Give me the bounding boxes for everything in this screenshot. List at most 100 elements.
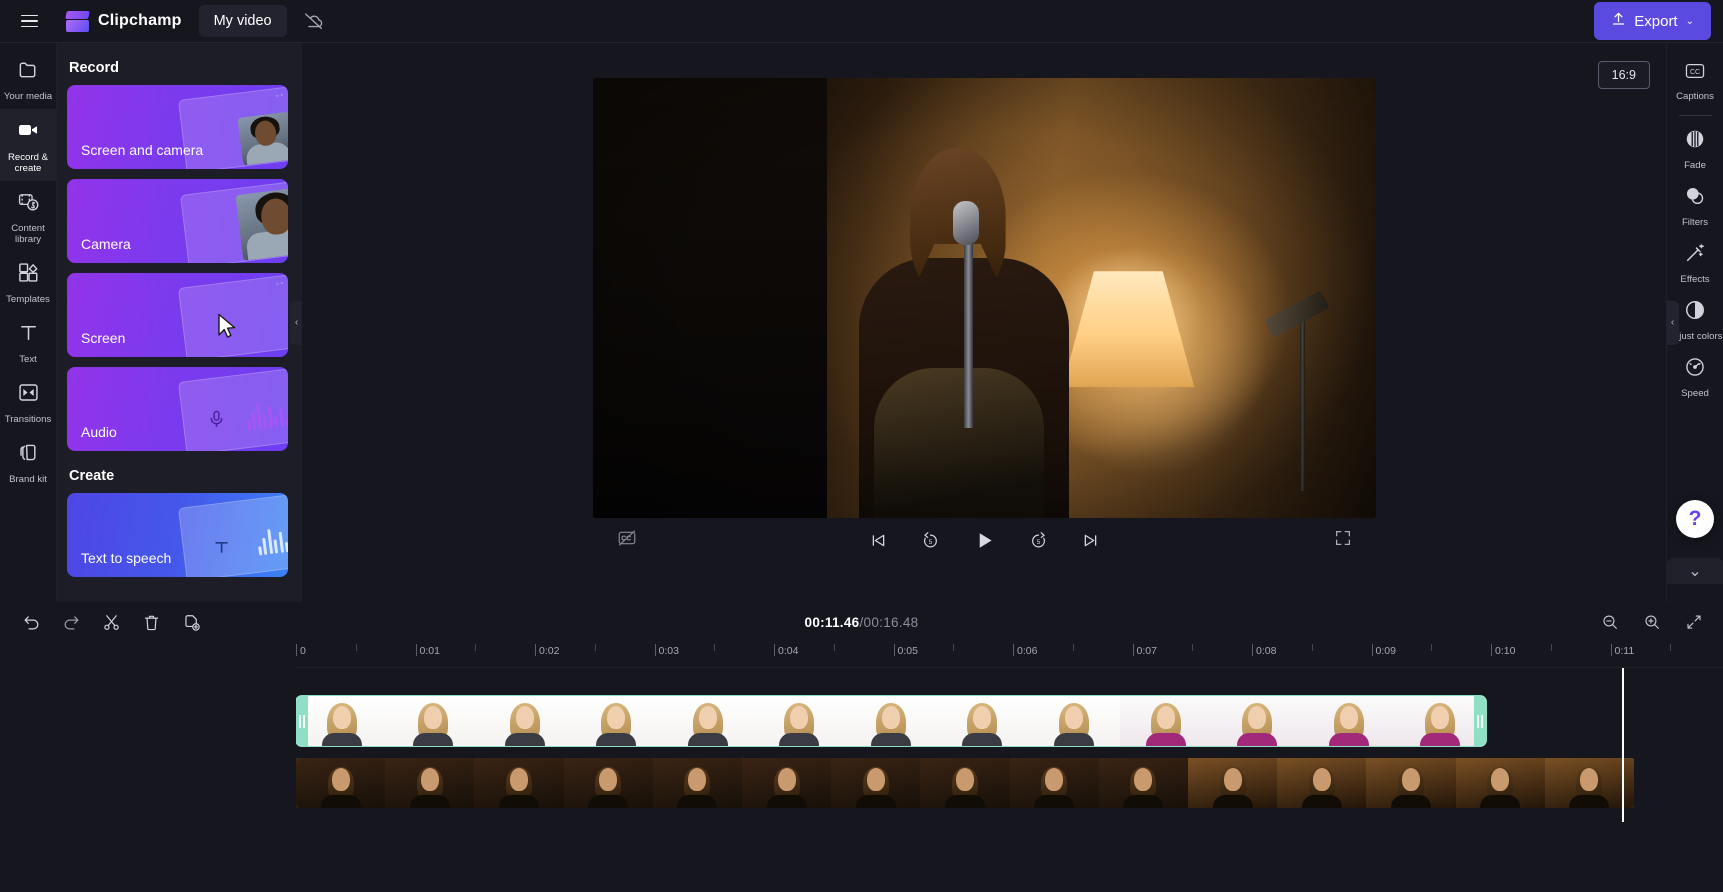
- video-frame-image: [592, 77, 1376, 518]
- sidebar-item-label: Brand kit: [9, 474, 47, 485]
- sidebar-item-text[interactable]: Text: [0, 312, 57, 372]
- clip-thumbnail: [570, 696, 663, 746]
- split-button[interactable]: [96, 607, 126, 637]
- card-label: Screen: [81, 330, 126, 346]
- tab-captions[interactable]: CC Captions: [1667, 53, 1723, 108]
- playhead[interactable]: [1622, 668, 1624, 822]
- right-rail-collapse-button[interactable]: ‹: [1666, 300, 1679, 345]
- panel-collapse-button[interactable]: ‹: [290, 300, 302, 345]
- record-heading: Record: [69, 60, 119, 76]
- tab-fade[interactable]: Fade: [1667, 120, 1723, 177]
- undo-button[interactable]: [16, 607, 46, 637]
- sidebar-item-brand-kit[interactable]: Brand kit: [0, 432, 57, 492]
- fit-timeline-button[interactable]: [1679, 607, 1709, 637]
- timeline-clip-selected[interactable]: [296, 695, 1487, 747]
- sidebar-item-label: Templates: [6, 294, 50, 305]
- timeline-clip-secondary[interactable]: [296, 758, 1634, 808]
- ruler-tick-label: 0:06: [1017, 645, 1038, 657]
- clip-thumbnail: [1119, 696, 1212, 746]
- card-label: Text to speech: [81, 550, 172, 566]
- tab-effects[interactable]: Effects: [1667, 234, 1723, 291]
- tab-label: Fade: [1684, 160, 1706, 171]
- chevron-down-icon: ⌄: [1688, 563, 1702, 580]
- record-create-panel: Record ▫ ▫ Screen and camera Camera ▫ ▫ …: [57, 43, 302, 602]
- trim-handle-right[interactable]: [1474, 696, 1486, 746]
- timeline-tracks: [296, 668, 1723, 892]
- zoom-out-button[interactable]: [1595, 607, 1625, 637]
- clip-thumbnail: [479, 696, 571, 746]
- sidebar-item-content-library[interactable]: Content library: [0, 181, 57, 252]
- camera-art-icon: [179, 179, 288, 263]
- video-preview[interactable]: [592, 77, 1376, 518]
- clip-thumbnail: [753, 696, 846, 746]
- brand-name: Clipchamp: [98, 12, 182, 29]
- ruler-tick-label: 0:10: [1495, 645, 1516, 657]
- sidebar-item-transitions[interactable]: Transitions: [0, 372, 57, 432]
- sidebar-item-label: Content library: [11, 223, 45, 245]
- trim-handle-left[interactable]: [296, 696, 308, 746]
- clip-thumbnail: [831, 758, 921, 808]
- card-screen[interactable]: ▫ ▫ Screen: [67, 273, 288, 357]
- sidebar-item-your-media[interactable]: Your media: [0, 49, 57, 109]
- card-audio[interactable]: Audio: [67, 367, 288, 451]
- content-library-icon: [17, 190, 40, 218]
- fullscreen-button[interactable]: [1334, 529, 1352, 552]
- sidebar-item-templates[interactable]: Templates: [0, 252, 57, 312]
- sidebar-item-record-create[interactable]: Record & create: [0, 109, 57, 181]
- clip-thumbnail: [936, 696, 1029, 746]
- clip-thumbnail: [1366, 758, 1456, 808]
- tab-speed[interactable]: Speed: [1667, 348, 1723, 405]
- clip-thumbnail: [563, 758, 653, 808]
- clip-thumbnail: [1009, 758, 1099, 808]
- clip-thumbnail: [296, 758, 386, 808]
- hamburger-icon[interactable]: [14, 6, 44, 36]
- ruler-tick-label: 0:01: [419, 645, 440, 657]
- project-name-field[interactable]: My video: [198, 5, 287, 37]
- clip-thumbnail: [662, 696, 754, 746]
- aspect-ratio-button[interactable]: 16:9: [1597, 61, 1650, 89]
- captions-off-icon[interactable]: [617, 529, 637, 552]
- clip-thumbnail: [1098, 758, 1189, 808]
- filters-icon: [1684, 185, 1706, 212]
- timeline-ruler[interactable]: 0 0:01 0:02 0:03 0:04 0:05 0:06 0:07 0:08 0:09 0:1…: [296, 642, 1723, 668]
- right-panel-expand-button[interactable]: ⌄: [1667, 558, 1723, 584]
- svg-text:5: 5: [928, 539, 932, 546]
- card-camera[interactable]: Camera: [67, 179, 288, 263]
- ruler-tick-label: 0:03: [658, 645, 679, 657]
- app-header: Clipchamp My video Export ⌄: [0, 0, 1723, 43]
- clip-thumbnail-strip: [296, 758, 1634, 808]
- clip-thumbnail: [1188, 758, 1278, 808]
- delete-button[interactable]: [136, 607, 166, 637]
- card-screen-and-camera[interactable]: ▫ ▫ Screen and camera: [67, 85, 288, 169]
- card-text-to-speech[interactable]: Text to speech: [67, 493, 288, 577]
- svg-text:CC: CC: [1690, 69, 1700, 76]
- clip-thumbnail: [920, 758, 1010, 808]
- help-button[interactable]: ?: [1676, 500, 1714, 538]
- duplicate-button[interactable]: [176, 607, 206, 637]
- skip-to-end-button[interactable]: [1077, 528, 1103, 554]
- clip-thumbnail: [845, 696, 937, 746]
- svg-text:5: 5: [1036, 539, 1040, 546]
- folder-icon: [17, 58, 40, 86]
- export-button[interactable]: Export ⌄: [1594, 2, 1711, 40]
- timeline-toolbar: 00:11.46/00:16.48: [0, 602, 1723, 642]
- tab-filters[interactable]: Filters: [1667, 177, 1723, 234]
- timecode-display: 00:11.46/00:16.48: [805, 615, 919, 630]
- sidebar-item-label: Your media: [3, 91, 53, 102]
- text-icon: [17, 321, 40, 349]
- create-heading: Create: [69, 468, 115, 484]
- brand-kit-icon: [17, 441, 40, 469]
- rewind-5-button[interactable]: 5: [917, 528, 943, 554]
- speed-gauge-icon: [1684, 356, 1706, 383]
- redo-button[interactable]: [56, 607, 86, 637]
- play-button[interactable]: [969, 526, 999, 556]
- forward-5-button[interactable]: 5: [1025, 528, 1051, 554]
- timeline: 00:11.46/00:16.48 0 0:01 0:02 0:03 0:04 …: [0, 602, 1723, 892]
- video-camera-icon: [16, 118, 40, 147]
- cloud-off-icon[interactable]: [301, 8, 327, 34]
- skip-to-start-button[interactable]: [865, 528, 891, 554]
- clip-thumbnail: [385, 758, 475, 808]
- clip-thumbnail: [474, 758, 564, 808]
- card-label: Screen and camera: [81, 142, 204, 158]
- zoom-in-button[interactable]: [1637, 607, 1667, 637]
